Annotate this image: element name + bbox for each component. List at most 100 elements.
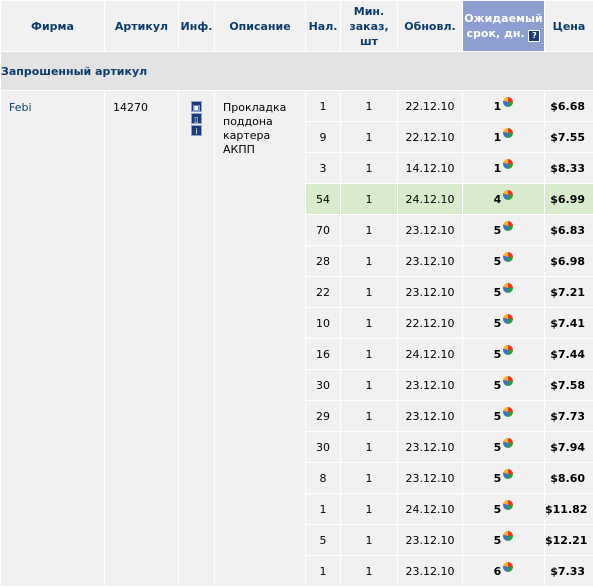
price-cell: $7.58 <box>545 370 593 401</box>
stock-cell: 10 <box>306 308 341 339</box>
min-order-cell: 1 <box>341 122 398 153</box>
term-days: 5 <box>494 286 502 299</box>
col-min-order-label-1: Мин. <box>354 5 384 18</box>
stock-cell: 16 <box>306 339 341 370</box>
term-value: 6 <box>494 565 514 578</box>
price-cell: $8.60 <box>545 463 593 494</box>
details-icon[interactable]: ▯ <box>191 113 202 124</box>
pie-chart-icon[interactable] <box>503 562 513 572</box>
pie-chart-icon[interactable] <box>503 345 513 355</box>
pie-chart-icon[interactable] <box>503 190 513 200</box>
min-order-cell: 1 <box>341 401 398 432</box>
term-days: 5 <box>494 348 502 361</box>
header-row: Фирма Артикул Инф. Описание Нал. Мин. за… <box>1 1 593 52</box>
price-cell: $6.83 <box>545 215 593 246</box>
term-value: 5 <box>494 348 514 361</box>
pie-chart-icon[interactable] <box>503 283 513 293</box>
pie-chart-icon[interactable] <box>503 438 513 448</box>
stock-cell: 30 <box>306 432 341 463</box>
firm-link[interactable]: Febi <box>9 101 32 114</box>
price-cell: $6.98 <box>545 246 593 277</box>
description-line: поддона <box>223 115 297 129</box>
pie-chart-icon[interactable] <box>503 531 513 541</box>
stock-cell: 70 <box>306 215 341 246</box>
col-firm[interactable]: Фирма <box>1 1 105 52</box>
term-days: 5 <box>494 317 502 330</box>
term-days: 1 <box>494 162 502 175</box>
pie-chart-icon[interactable] <box>503 97 513 107</box>
updated-cell: 23.12.10 <box>398 556 463 587</box>
pie-chart-icon[interactable] <box>503 469 513 479</box>
min-order-cell: 1 <box>341 463 398 494</box>
term-days: 5 <box>494 379 502 392</box>
pie-chart-icon[interactable] <box>503 376 513 386</box>
pie-chart-icon[interactable] <box>503 500 513 510</box>
term-value: 4 <box>494 193 514 206</box>
help-icon[interactable]: ? <box>528 30 540 42</box>
stock-cell: 8 <box>306 463 341 494</box>
description-line: Прокладка <box>223 101 297 115</box>
col-stock[interactable]: Нал. <box>306 1 341 52</box>
pie-chart-icon[interactable] <box>503 221 513 231</box>
term-cell: 5 <box>463 401 545 432</box>
stock-cell: 1 <box>306 556 341 587</box>
updated-cell: 23.12.10 <box>398 246 463 277</box>
col-min-order[interactable]: Мин. заказ, шт <box>341 1 398 52</box>
col-min-order-label-3: шт <box>360 35 378 48</box>
updated-cell: 23.12.10 <box>398 525 463 556</box>
pie-chart-icon[interactable] <box>503 407 513 417</box>
col-description-label: Описание <box>229 20 290 33</box>
term-value: 5 <box>494 472 514 485</box>
updated-cell: 23.12.10 <box>398 401 463 432</box>
min-order-cell: 1 <box>341 494 398 525</box>
term-value: 5 <box>494 255 514 268</box>
updated-cell: 14.12.10 <box>398 153 463 184</box>
pie-chart-icon[interactable] <box>503 159 513 169</box>
term-cell: 5 <box>463 525 545 556</box>
firm-cell: Febi <box>1 91 105 587</box>
term-value: 5 <box>494 286 514 299</box>
price-cell: $12.21 <box>545 525 593 556</box>
col-info: Инф. <box>179 1 215 52</box>
min-order-cell: 1 <box>341 339 398 370</box>
col-updated[interactable]: Обновл. <box>398 1 463 52</box>
price-cell: $11.82 <box>545 494 593 525</box>
col-description: Описание <box>215 1 306 52</box>
price-cell: $8.33 <box>545 153 593 184</box>
term-cell: 5 <box>463 339 545 370</box>
price-cell: $6.99 <box>545 184 593 215</box>
col-expected-label-2: срок, дн. <box>467 27 525 40</box>
min-order-cell: 1 <box>341 91 398 122</box>
description-line: картера <box>223 129 297 143</box>
min-order-cell: 1 <box>341 246 398 277</box>
term-cell: 5 <box>463 246 545 277</box>
updated-cell: 23.12.10 <box>398 370 463 401</box>
min-order-cell: 1 <box>341 556 398 587</box>
stock-cell: 54 <box>306 184 341 215</box>
pie-chart-icon[interactable] <box>503 252 513 262</box>
col-article[interactable]: Артикул <box>105 1 179 52</box>
term-cell: 5 <box>463 215 545 246</box>
term-days: 6 <box>494 565 502 578</box>
stock-cell: 1 <box>306 494 341 525</box>
term-cell: 5 <box>463 463 545 494</box>
photo-icon[interactable]: ▣ <box>191 101 202 112</box>
col-expected-term[interactable]: Ожидаемый срок, дн. ? <box>463 1 545 52</box>
col-price[interactable]: Цена <box>545 1 593 52</box>
term-cell: 4 <box>463 184 545 215</box>
info-icon[interactable]: i <box>191 125 202 136</box>
pie-chart-icon[interactable] <box>503 314 513 324</box>
table-row[interactable]: Febi14270▣▯iПрокладкаподдонакартераАКПП1… <box>1 91 593 122</box>
price-cell: $7.73 <box>545 401 593 432</box>
term-value: 5 <box>494 441 514 454</box>
updated-cell: 24.12.10 <box>398 339 463 370</box>
min-order-cell: 1 <box>341 308 398 339</box>
stock-cell: 5 <box>306 525 341 556</box>
article-cell: 14270 <box>105 91 179 587</box>
col-expected-label-1: Ожидаемый <box>464 12 542 25</box>
price-cell: $7.44 <box>545 339 593 370</box>
term-value: 5 <box>494 410 514 423</box>
pie-chart-icon[interactable] <box>503 128 513 138</box>
term-days: 1 <box>494 131 502 144</box>
col-firm-label: Фирма <box>31 20 74 33</box>
